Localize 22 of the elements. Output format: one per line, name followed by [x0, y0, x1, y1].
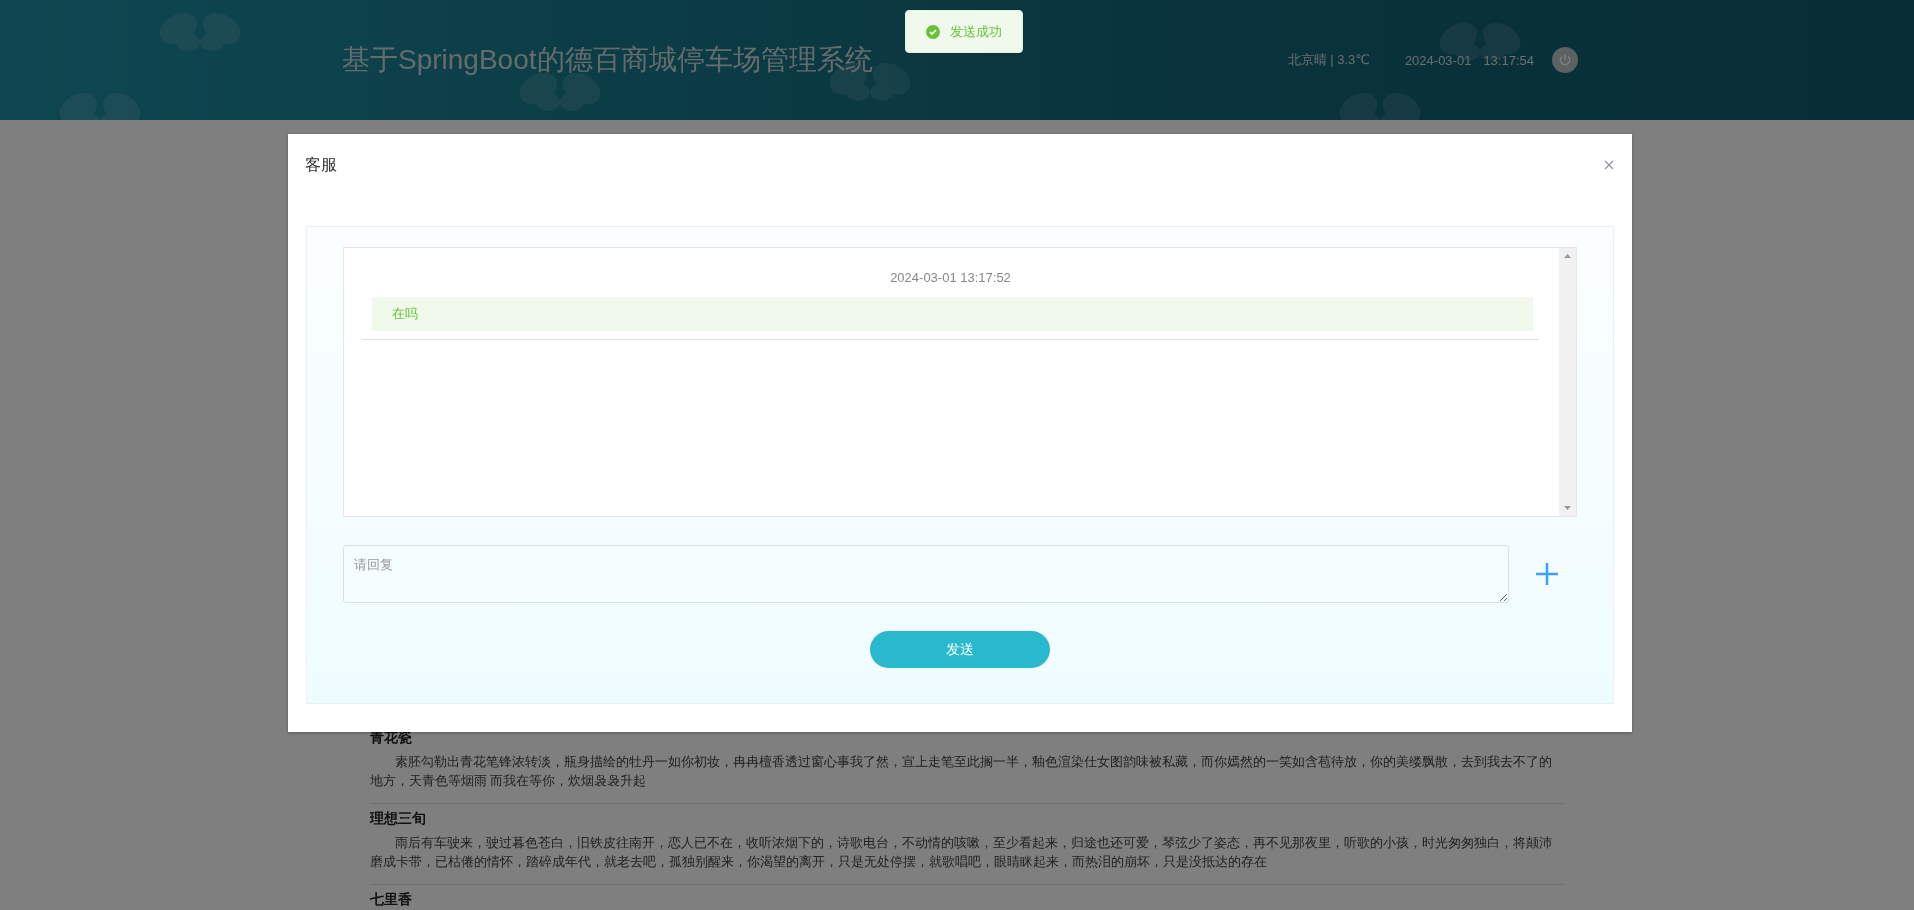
add-button[interactable] [1535, 562, 1559, 586]
close-icon [1604, 160, 1614, 170]
plus-icon [1535, 562, 1559, 586]
article-title[interactable]: 七里香 [370, 891, 1564, 909]
power-button[interactable] [1552, 47, 1578, 73]
message-bubble: 在吗 [372, 297, 1533, 331]
time-text: 13:17:54 [1483, 52, 1534, 68]
toast-text: 发送成功 [950, 22, 1002, 41]
check-circle-icon [926, 24, 940, 39]
dialog-title: 客服 [305, 154, 337, 175]
scroll-down-icon [1564, 506, 1571, 510]
reply-field[interactable]: 请回复 [343, 545, 1509, 603]
article-text: 雨后有车驶来，驶过暮色苍白，旧铁皮往南开，恋人已不在，收听浓烟下的，诗歌电台，不动情的咳嗽，至少看起来，归途也还可爱，琴弦少了姿态，再不见那夜里，听歌的小孩，时光匆匆独白，将颠沛磨成卡带，已枯倦的情怀，踏碎成年代，就老去吧，孤独别醒来，你渴望的离开，只是无处停摆，就歌唱吧，眼睛眯起来，而热泪的崩坏，只是没抵达的存在 [370, 835, 1553, 871]
site-title: 基于SpringBoot的德百商城停车场管理系统 [342, 43, 874, 77]
message-time: 2024-03-01 13:17:52 [889, 270, 1012, 285]
article-title[interactable]: 理想三旬 [370, 810, 1564, 828]
date-text: 2024-03-01 [1404, 52, 1472, 68]
power-icon [1558, 53, 1572, 67]
scroll-up-icon [1564, 254, 1571, 258]
scrollbar[interactable] [1559, 248, 1576, 516]
close-button[interactable] [1604, 160, 1614, 170]
weather-text: 北京晴 | 3.3℃ [1287, 51, 1370, 69]
